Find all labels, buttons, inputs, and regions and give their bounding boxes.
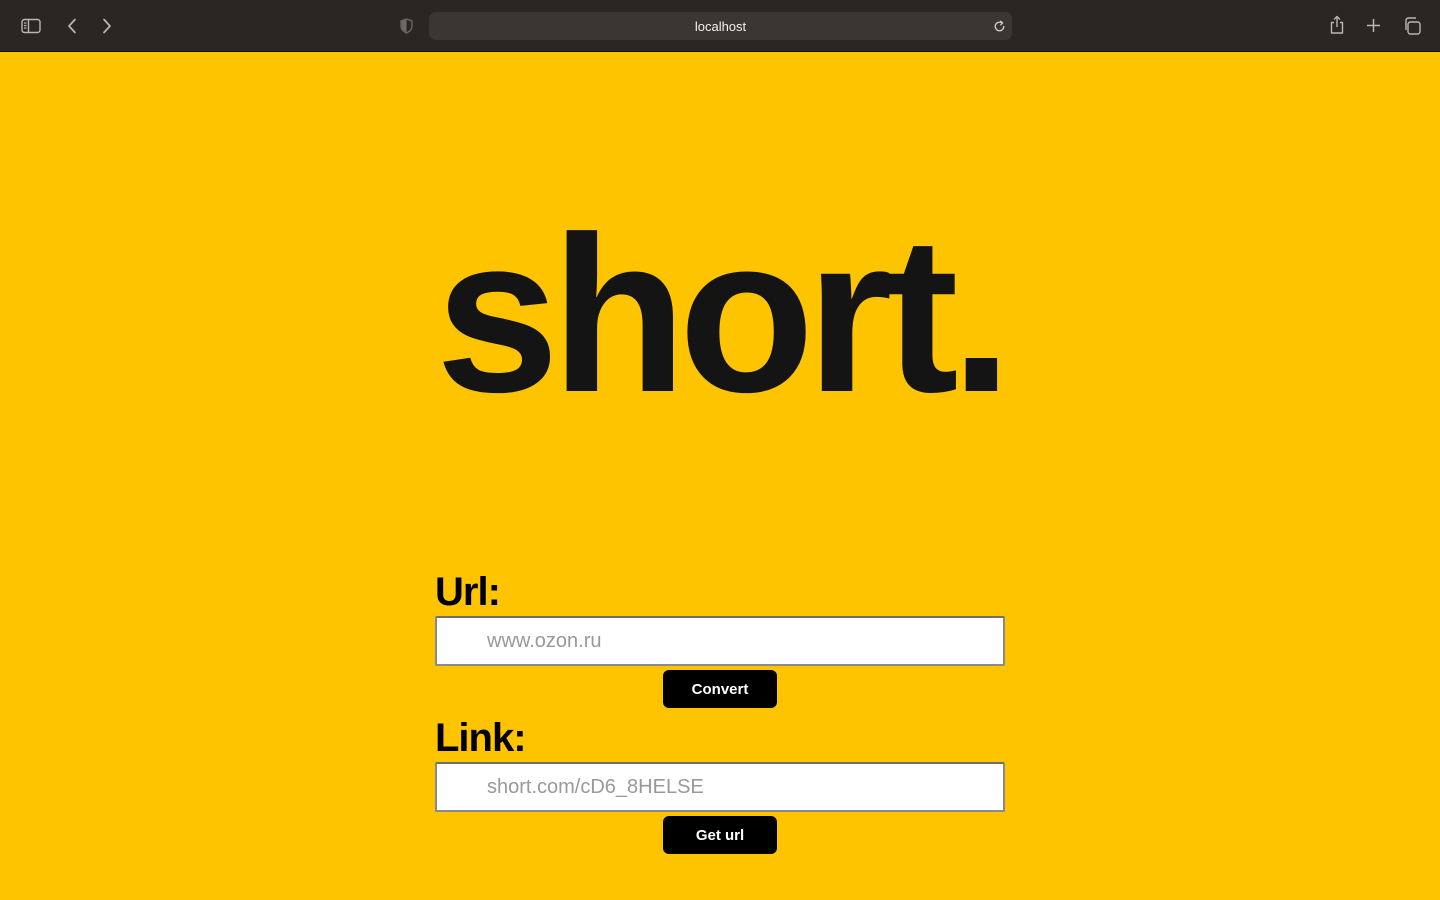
page-content: short. Url: Convert Link: Get url (0, 52, 1440, 900)
get-url-button[interactable]: Get url (663, 816, 777, 854)
url-label: Url: (435, 570, 501, 614)
chevron-left-icon[interactable] (64, 16, 80, 36)
url-section: Url: Convert (435, 570, 1005, 708)
logo-text: short. (435, 191, 1013, 439)
link-input[interactable] (435, 762, 1005, 812)
convert-button[interactable]: Convert (663, 670, 777, 708)
get-url-button-row: Get url (435, 816, 1005, 854)
address-bar[interactable]: localhost (429, 12, 1012, 40)
tabs-overview-icon[interactable] (1402, 16, 1421, 35)
shield-icon[interactable] (398, 17, 414, 35)
sidebar-icon[interactable] (20, 16, 41, 36)
reload-icon[interactable] (992, 18, 1006, 34)
convert-button-row: Convert (435, 670, 1005, 708)
chevron-right-icon[interactable] (99, 16, 115, 36)
browser-toolbar: localhost (0, 0, 1440, 52)
plus-icon[interactable] (1365, 17, 1381, 33)
link-section: Link: Get url (435, 716, 1005, 854)
share-icon[interactable] (1328, 14, 1346, 36)
url-input[interactable] (435, 616, 1005, 666)
address-text: localhost (694, 18, 747, 34)
shortener-form: Url: Convert Link: Get url (435, 570, 1005, 854)
link-label: Link: (435, 716, 527, 760)
